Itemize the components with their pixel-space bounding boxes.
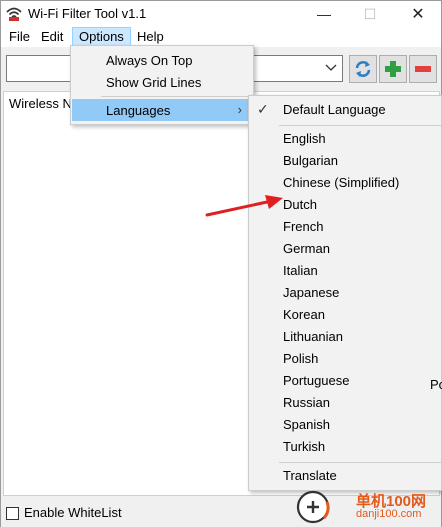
lang-item-label: Italian	[283, 263, 318, 278]
lang-item-label: English	[283, 131, 326, 146]
watermark: 单机100网 danji100.com	[296, 488, 442, 526]
lang-item-label: Bulgarian	[283, 153, 338, 168]
lang-item-label: Turkish	[283, 439, 326, 454]
menu-item-label: Languages	[106, 103, 171, 118]
menu-item-show-grid-lines[interactable]: Show Grid Lines	[72, 71, 252, 93]
lang-item[interactable]: Spanish	[250, 414, 442, 436]
minus-icon	[415, 66, 431, 72]
lang-item[interactable]: Chinese (Simplified)	[250, 172, 442, 194]
lang-item-label: Dutch	[283, 197, 317, 212]
menu-help[interactable]: Help	[131, 27, 170, 47]
lang-item[interactable]: Polish	[250, 348, 442, 370]
lang-item-label: French	[283, 219, 324, 234]
close-button[interactable]: ✕	[395, 1, 441, 27]
lang-item-default[interactable]: ✓ Default Language	[250, 99, 442, 121]
wifi-app-icon	[6, 7, 22, 21]
watermark-logo-icon	[296, 490, 330, 524]
menu-options[interactable]: Options	[72, 27, 131, 47]
remove-button[interactable]	[409, 55, 437, 83]
window-title: Wi-Fi Filter Tool v1.1	[28, 6, 147, 21]
lang-item[interactable]: Portuguese	[250, 370, 442, 392]
refresh-icon	[355, 61, 371, 77]
add-button[interactable]	[379, 55, 407, 83]
menu-item-always-on-top[interactable]: Always On Top	[72, 49, 252, 71]
menu-edit[interactable]: Edit	[35, 27, 69, 47]
refresh-button[interactable]	[349, 55, 377, 83]
lang-item[interactable]: Japanese	[250, 282, 442, 304]
lang-item-label: Japanese	[283, 285, 340, 300]
menu-separator	[101, 96, 251, 97]
lang-item[interactable]: German	[250, 238, 442, 260]
options-menu: Always On Top Show Grid Lines Languages …	[70, 45, 254, 125]
clipped-menu-text: Po	[430, 377, 442, 392]
lang-item-label: Korean	[283, 307, 325, 322]
menu-bar: File Edit Options Help	[1, 27, 441, 47]
lang-item-label: Translate	[283, 468, 337, 483]
minimize-button[interactable]: —	[301, 1, 347, 27]
lang-item-label: Default Language	[283, 102, 386, 117]
menu-item-label: Show Grid Lines	[106, 75, 202, 90]
lang-item[interactable]: Bulgarian	[250, 150, 442, 172]
chevron-right-icon: ›	[237, 102, 242, 117]
lang-item-label: Chinese (Simplified)	[283, 175, 400, 190]
lang-item-label: Polish	[283, 351, 319, 366]
languages-menu: ✓ Default Language English Bulgarian Chi…	[248, 95, 442, 491]
lang-item-translate[interactable]: Translate	[250, 465, 442, 487]
menu-separator	[279, 462, 441, 463]
lang-item[interactable]: Korean	[250, 304, 442, 326]
check-icon: ✓	[257, 101, 269, 117]
menu-file[interactable]: File	[3, 27, 36, 47]
lang-item[interactable]: Turkish	[250, 436, 442, 458]
annotation-arrow-icon	[205, 195, 283, 217]
column-header-wireless[interactable]: Wireless N	[9, 96, 72, 111]
lang-item-label: Lithuanian	[283, 329, 343, 344]
menu-separator	[279, 125, 441, 126]
lang-item[interactable]: Lithuanian	[250, 326, 442, 348]
plus-icon	[385, 61, 401, 77]
title-bar: Wi-Fi Filter Tool v1.1 — ☐ ✕	[1, 1, 441, 27]
chevron-down-icon[interactable]	[324, 61, 338, 75]
lang-item-label: Russian	[283, 395, 330, 410]
menu-item-languages[interactable]: Languages ›	[72, 99, 252, 121]
lang-item[interactable]: Italian	[250, 260, 442, 282]
whitelist-label[interactable]: Enable WhiteList	[24, 505, 122, 520]
lang-item[interactable]: Russian	[250, 392, 442, 414]
maximize-button[interactable]: ☐	[347, 1, 393, 27]
watermark-domain: danji100.com	[356, 508, 422, 520]
whitelist-checkbox[interactable]	[6, 507, 19, 520]
menu-item-label: Always On Top	[106, 53, 193, 68]
lang-item-label: Spanish	[283, 417, 330, 432]
lang-item-label: Portuguese	[283, 373, 350, 388]
lang-item-label: German	[283, 241, 330, 256]
lang-item[interactable]: English	[250, 128, 442, 150]
